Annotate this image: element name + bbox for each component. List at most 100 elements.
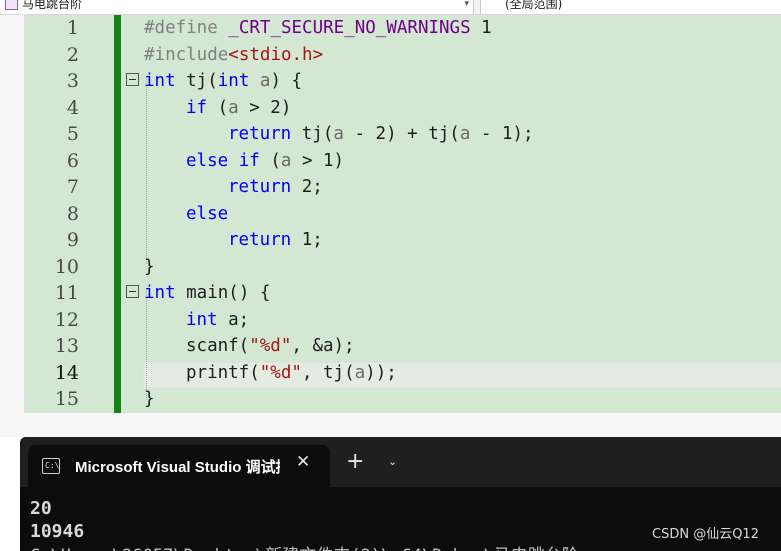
parameter: a — [333, 124, 344, 144]
code-line: 2 #include<stdio.h> — [0, 42, 781, 69]
code-text: int a; — [186, 307, 249, 334]
line-number: 2 — [66, 43, 79, 66]
keyword: int — [186, 309, 218, 330]
line-number: 6 — [66, 149, 79, 172]
parameter: a — [249, 71, 271, 91]
code-text: return 1; — [228, 227, 323, 254]
line-number: 12 — [54, 308, 79, 331]
keyword: if — [186, 97, 208, 118]
keyword: else — [186, 150, 229, 171]
parameter: a — [354, 362, 366, 383]
line-number: 1 — [66, 17, 79, 39]
keyword: int — [217, 71, 250, 91]
terminal-icon: C:\ — [42, 458, 60, 474]
code-line: 7 return 2; — [0, 174, 781, 201]
line-number: 11 — [54, 282, 79, 304]
macro-value: 1 — [470, 18, 492, 38]
global-scope-label: (全局范围) — [505, 0, 563, 11]
string-literal: "%d" — [259, 362, 302, 383]
line-number: 8 — [66, 202, 79, 225]
scope-dropdown-label: 马电跳台阶 — [22, 0, 83, 11]
keyword: int — [144, 71, 176, 91]
scope-dropdown[interactable]: 马电跳台阶 ▾ — [0, 0, 474, 14]
code-line: 10 } — [0, 254, 781, 281]
line-number: 14 — [54, 361, 79, 384]
code-text: return 2; — [228, 174, 323, 201]
code-line: 5 return tj(a - 2) + tj(a - 1); — [0, 121, 781, 148]
terminal-tab[interactable]: C:\ Microsoft Visual Studio 调试控 ✕ — [28, 445, 330, 487]
chevron-down-icon: ▾ — [464, 0, 469, 9]
keyword: if — [238, 150, 260, 171]
keyword: else — [186, 203, 229, 224]
expression: 2; — [291, 177, 323, 197]
parameter: a — [459, 124, 471, 144]
terminal-tab-title: Microsoft Visual Studio 调试控 — [75, 459, 280, 476]
expression: - 2) + tj( — [343, 124, 460, 144]
code-line: 1 #define _CRT_SECURE_NO_WARNINGS 1 — [0, 15, 781, 42]
terminal-icon-text: C:\ — [45, 461, 60, 470]
code-line: 13 scanf("%d", &a); — [0, 333, 781, 360]
global-scope-dropdown[interactable]: (全局范围) — [480, 0, 781, 14]
line-number: 5 — [66, 123, 79, 145]
code-text: int main() { — [144, 280, 270, 307]
code-editor[interactable]: 1 #define _CRT_SECURE_NO_WARNINGS 1 2 #i… — [0, 15, 781, 437]
function-name: tj( — [175, 71, 218, 91]
keyword: return — [228, 124, 292, 144]
expression: > 2) — [238, 97, 292, 118]
code-line-current: 14 printf("%d", tj(a)); — [0, 360, 781, 387]
keyword: return — [228, 230, 292, 250]
function-name: main() { — [175, 283, 271, 303]
watermark: CSDN @仙云Q12 — [652, 527, 759, 542]
preprocessor-directive: #define — [144, 18, 229, 38]
code-line: 6 else if (a > 1) — [0, 148, 781, 175]
code-line: 9 return 1; — [0, 227, 781, 254]
keyword: return — [228, 177, 292, 197]
function-call: tj( — [291, 124, 334, 144]
expression: , &a); — [291, 336, 355, 356]
expression: 1; — [291, 230, 323, 250]
punctuation: ) { — [270, 71, 303, 91]
chevron-down-icon[interactable]: ⌄ — [388, 455, 397, 468]
code-text: return tj(a - 2) + tj(a - 1); — [228, 121, 534, 148]
line-number: 10 — [54, 255, 79, 278]
code-line: 11 int main() { — [0, 280, 781, 307]
terminal-output-line: C:\Users\26057\Desktop\新建文件夹(2)\x64\Debu… — [30, 541, 620, 551]
expression: , tj( — [301, 362, 355, 383]
code-text: printf("%d", tj(a)); — [186, 360, 397, 387]
code-text: #include<stdio.h> — [144, 42, 323, 69]
terminal-output-line: 10946 — [30, 521, 85, 542]
code-line: 15 } — [0, 386, 781, 413]
code-line: 8 else — [0, 201, 781, 228]
code-line: 12 int a; — [0, 307, 781, 334]
line-number: 3 — [66, 70, 79, 92]
code-text: int tj(int a) { — [144, 68, 302, 95]
function-call: scanf( — [186, 336, 250, 356]
code-line: 3 int tj(int a) { — [0, 68, 781, 95]
parameter: a — [280, 150, 292, 171]
code-text: else if (a > 1) — [186, 148, 344, 175]
close-icon[interactable]: ✕ — [296, 452, 310, 472]
punctuation: ( — [207, 97, 229, 118]
function-icon — [5, 0, 18, 10]
punctuation: ( — [259, 150, 281, 171]
line-number: 9 — [66, 229, 79, 251]
terminal-output-line: 20 — [30, 498, 52, 519]
line-number: 4 — [66, 96, 79, 119]
terminal-tab-strip: C:\ Microsoft Visual Studio 调试控 ✕ + ⌄ — [20, 437, 781, 487]
expression: )); — [365, 362, 397, 383]
new-tab-button[interactable]: + — [346, 451, 364, 473]
declaration: a; — [217, 309, 250, 330]
navigation-bar: 马电跳台阶 ▾ (全局范围) — [0, 0, 781, 15]
code-text: if (a > 2) — [186, 95, 291, 122]
keyword: int — [144, 283, 176, 303]
include-header: <stdio.h> — [228, 44, 324, 65]
expression: - 1); — [470, 124, 534, 144]
function-call: printf( — [186, 362, 260, 383]
code-line: 4 if (a > 2) — [0, 95, 781, 122]
preprocessor-directive: #include — [144, 44, 229, 65]
macro-name: _CRT_SECURE_NO_WARNINGS — [228, 18, 471, 38]
parameter: a — [228, 97, 239, 118]
code-text: } — [144, 389, 155, 409]
code-text: scanf("%d", &a); — [186, 333, 355, 360]
